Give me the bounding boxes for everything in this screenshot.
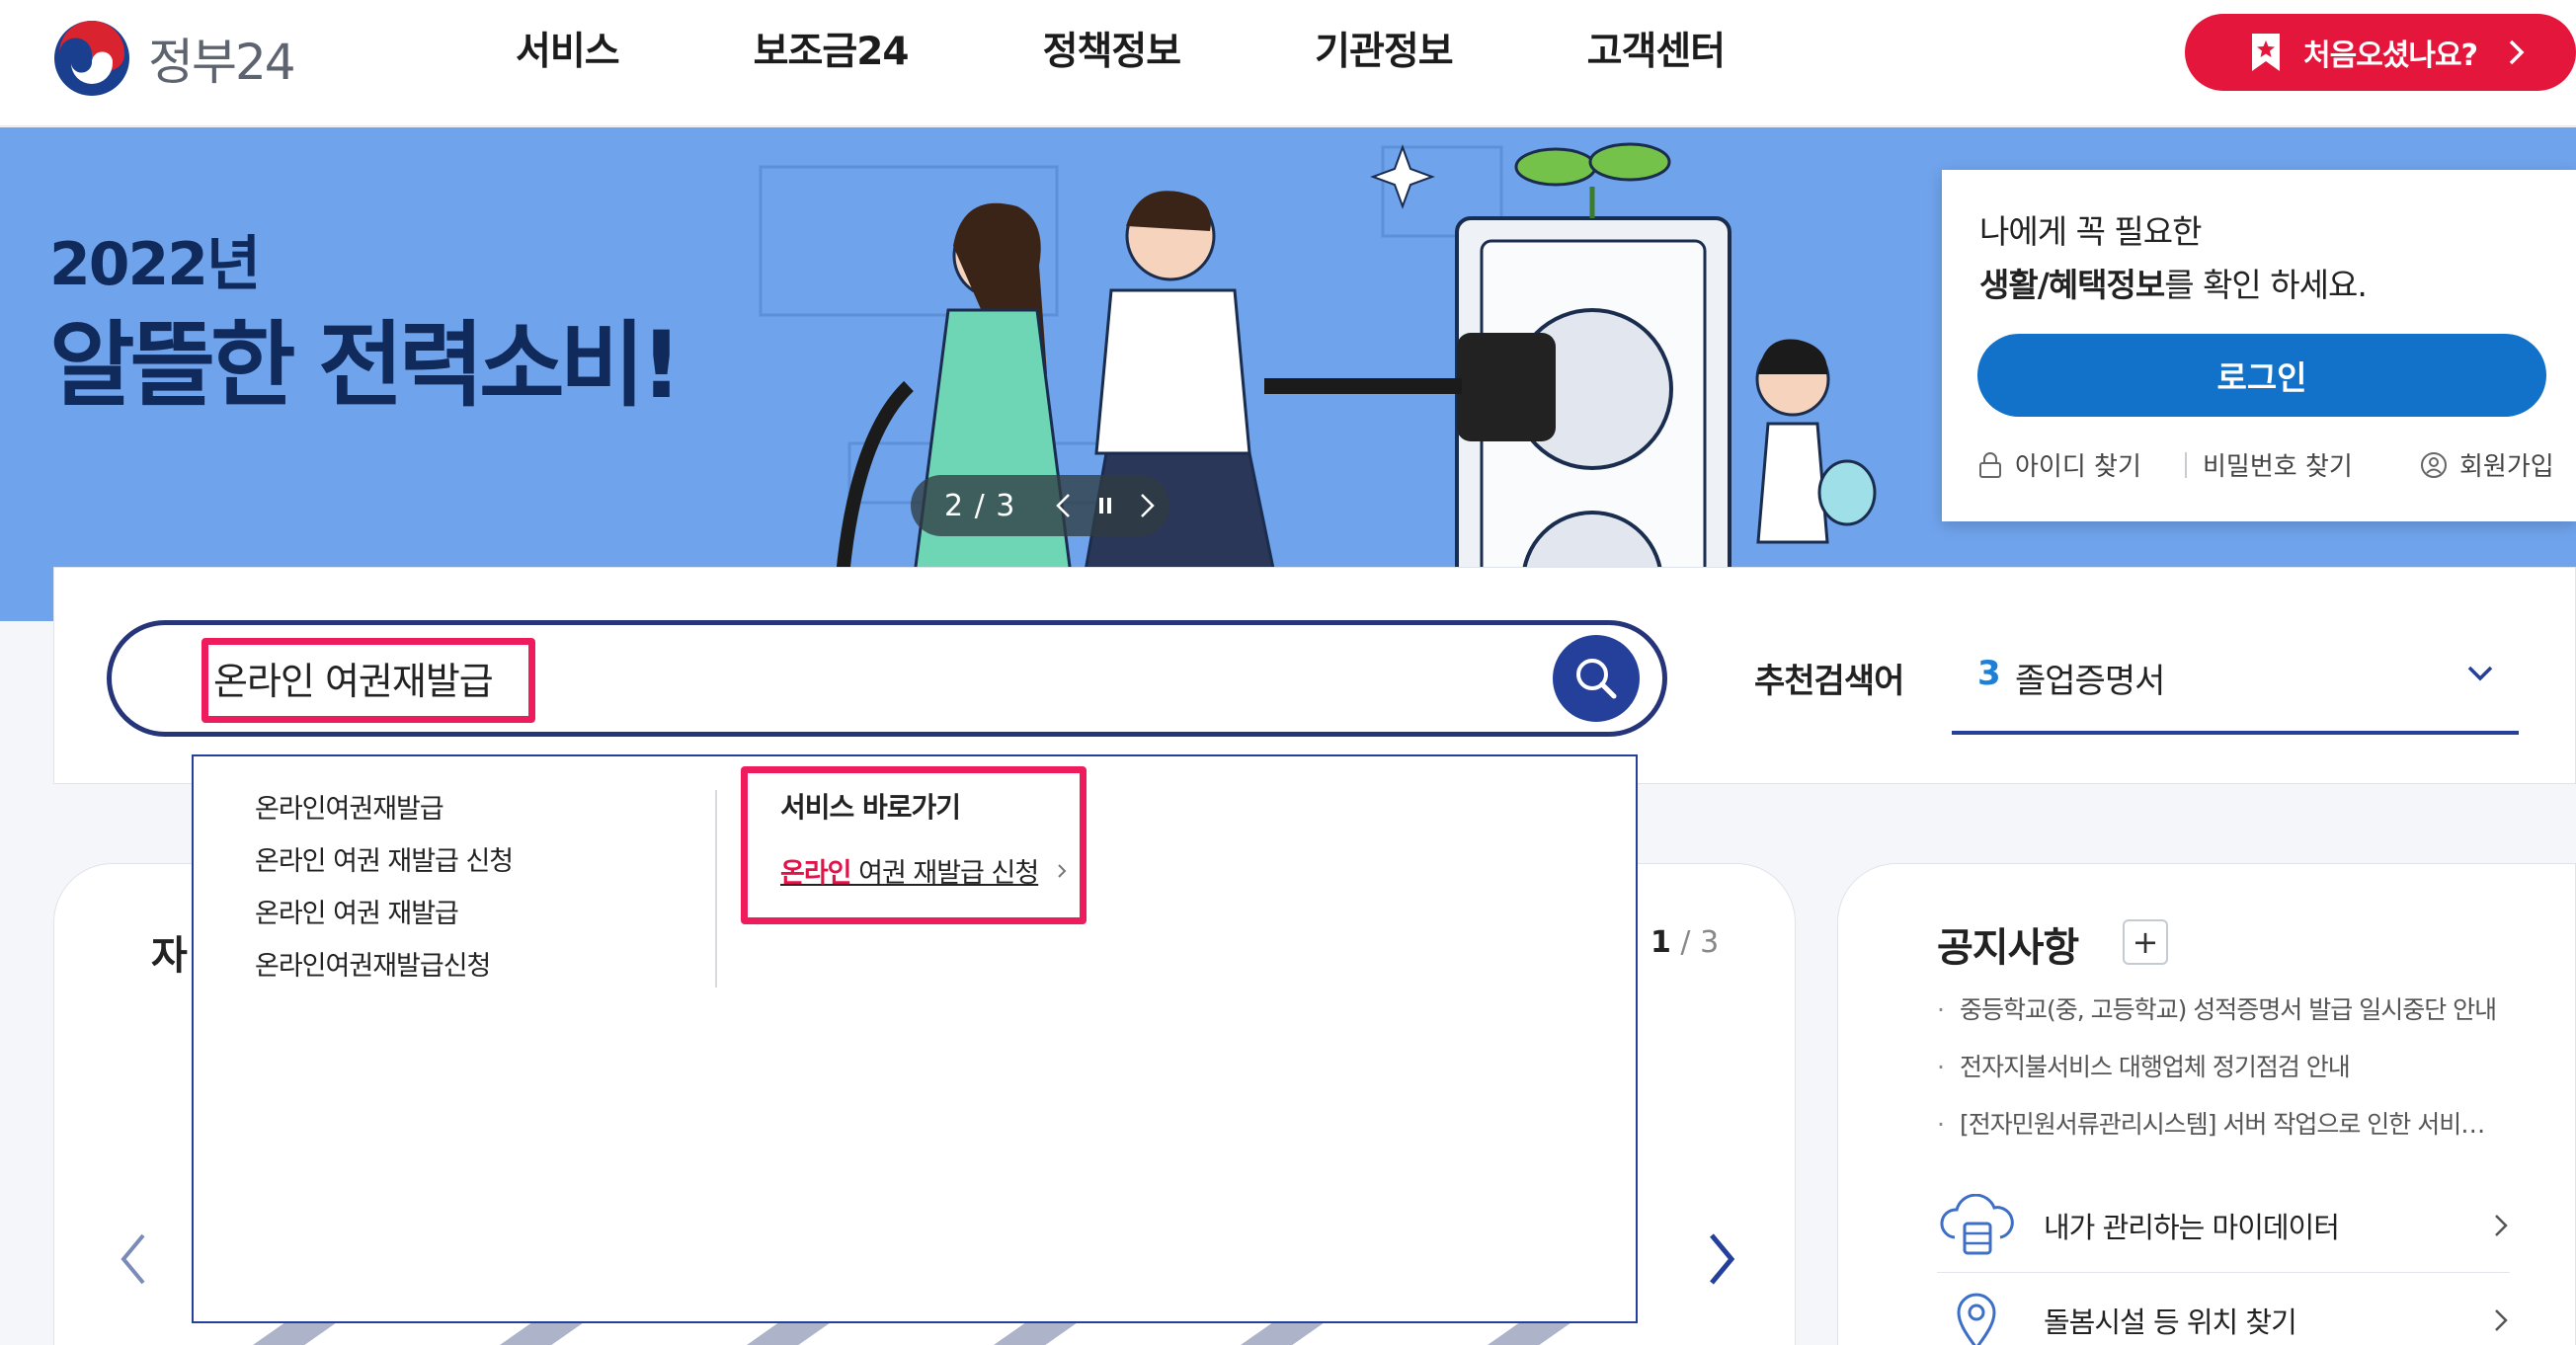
recommended-search-term: 졸업증명서 xyxy=(2015,662,2165,701)
quick-link-care-facility[interactable]: 돌봄시설 등 위치 찾기 xyxy=(1937,1273,2510,1345)
chevron-right-icon xyxy=(2495,1309,2508,1331)
notice-list: 중등학교(중, 고등학교) 성적증명서 발급 일시중단 안내 전자지불서비스 대… xyxy=(1937,990,2497,1162)
signup-label: 회원가입 xyxy=(2459,452,2554,482)
page-total: / 3 xyxy=(1680,925,1720,960)
quick-link-care-facility-label: 돌봄시설 등 위치 찾기 xyxy=(2044,1305,2297,1339)
chevron-right-icon xyxy=(2509,40,2525,65)
first-visit-button[interactable]: 처음오셨나요? xyxy=(2185,14,2576,91)
recommended-search-rank: 3 xyxy=(1977,654,2001,693)
notice-item[interactable]: [전자민원서류관리시스템] 서버 작업으로 인한 서비… xyxy=(1937,1105,2496,1141)
login-links: 아이디 찾기 비밀번호 찾기 회원가입 xyxy=(1977,446,2560,483)
slide-next-button[interactable] xyxy=(1126,485,1167,526)
chevron-right-icon[interactable] xyxy=(1702,1229,1741,1289)
notice-card: 공지사항 + 중등학교(중, 고등학교) 성적증명서 발급 일시중단 안내 전자… xyxy=(1837,863,2576,1345)
lock-icon xyxy=(1979,451,2001,478)
logo-text: 정부24 xyxy=(148,34,296,91)
chevron-left-icon[interactable] xyxy=(114,1229,153,1289)
notice-more-button[interactable]: + xyxy=(2123,919,2168,965)
nav-item-service[interactable]: 서비스 xyxy=(516,26,620,79)
login-intro-rest: 를 확인 하세요. xyxy=(2164,266,2368,304)
nav-item-policy[interactable]: 정책정보 xyxy=(1043,26,1182,79)
notice-item[interactable]: 전자지불서비스 대행업체 정기점검 안내 xyxy=(1937,1048,2496,1083)
login-intro-line1: 나에게 꼭 필요한 xyxy=(1979,212,2202,251)
nav-item-agency[interactable]: 기관정보 xyxy=(1315,26,1454,79)
search-icon xyxy=(1576,659,1617,699)
autocomplete-suggestion[interactable]: 온라인여권재발급신청 xyxy=(255,945,513,997)
page: 정부24 서비스 보조금24 정책정보 기관정보 고객센터 처음오셨나요? 20… xyxy=(0,0,2576,1345)
user-icon xyxy=(2421,451,2447,478)
banner-slider-control: 2 / 3 xyxy=(911,475,1169,536)
find-password-label: 비밀번호 찾기 xyxy=(2203,452,2353,482)
login-box: 나에게 꼭 필요한 생활/혜택정보를 확인 하세요. 로그인 아이디 찾기 비밀… xyxy=(1942,170,2576,521)
page-current: 1 xyxy=(1650,925,1671,960)
header: 정부24 서비스 보조금24 정책정보 기관정보 고객센터 처음오셨나요? xyxy=(0,0,2576,126)
bookmark-icon xyxy=(2252,34,2280,71)
autocomplete-suggestions: 온라인여권재발급 온라인 여권 재발급 신청 온라인 여권 재발급 온라인여권재… xyxy=(255,788,514,997)
highlight-box-search-input xyxy=(201,638,535,723)
chevron-right-icon xyxy=(1141,494,1155,517)
notice-item[interactable]: 중등학교(중, 고등학교) 성적증명서 발급 일시중단 안내 xyxy=(1937,990,2497,1026)
quick-link-mydata[interactable]: 내가 관리하는 마이데이터 xyxy=(1937,1178,2510,1273)
divider xyxy=(2185,451,2187,478)
government-emblem-icon xyxy=(54,21,129,96)
first-visit-label: 처음오셨나요? xyxy=(2303,39,2478,73)
chevron-down-icon xyxy=(2467,666,2493,681)
login-intro-bold: 생활/혜택정보 xyxy=(1979,266,2165,304)
search-button[interactable] xyxy=(1553,635,1640,722)
quick-link-mydata-label: 내가 관리하는 마이데이터 xyxy=(2044,1210,2340,1244)
logo[interactable]: 정부24 xyxy=(51,18,296,99)
slide-prev-button[interactable] xyxy=(1043,485,1085,526)
find-id-label: 아이디 찾기 xyxy=(2015,452,2141,482)
location-pin-icon xyxy=(1957,1293,1996,1345)
recommended-search-dropdown[interactable]: 3 졸업증명서 xyxy=(1952,632,2519,735)
banner-title: 알뜰한 전력소비! xyxy=(49,312,683,420)
pause-icon xyxy=(1099,498,1111,514)
slide-counter: 2 / 3 xyxy=(944,488,1016,523)
banner-illustration xyxy=(759,142,1877,621)
login-button[interactable]: 로그인 xyxy=(1977,334,2546,417)
banner-year: 2022년 xyxy=(49,230,261,299)
signup-link[interactable]: 회원가입 xyxy=(2420,446,2554,483)
autocomplete-suggestion[interactable]: 온라인 여권 재발급 신청 xyxy=(255,840,514,893)
find-password-link[interactable]: 비밀번호 찾기 xyxy=(2203,446,2420,483)
service-card-title: 자 xyxy=(151,933,188,979)
nav-item-customer-center[interactable]: 고객센터 xyxy=(1587,26,1727,79)
autocomplete-suggestion[interactable]: 온라인여권재발급 xyxy=(255,788,513,840)
chevron-left-icon xyxy=(1056,494,1070,517)
nav-item-subsidy[interactable]: 보조금24 xyxy=(754,26,910,79)
divider xyxy=(715,790,717,988)
main-nav: 서비스 보조금24 정책정보 기관정보 고객센터 xyxy=(516,26,1859,79)
slide-pause-button[interactable] xyxy=(1085,485,1126,526)
highlight-box-service-shortcut xyxy=(741,766,1087,924)
service-card-pagination: 1 / 3 xyxy=(1650,925,1719,960)
autocomplete-suggestion[interactable]: 온라인 여권 재발급 xyxy=(255,893,513,945)
login-intro-line2: 생활/혜택정보를 확인 하세요. xyxy=(1979,259,2368,306)
notice-title: 공지사항 xyxy=(1937,925,2079,971)
find-id-link[interactable]: 아이디 찾기 xyxy=(1977,446,2185,483)
cloud-database-icon xyxy=(1940,1193,2014,1254)
chevron-right-icon xyxy=(2495,1214,2508,1236)
recommended-search-label: 추천검색어 xyxy=(1754,662,1904,701)
